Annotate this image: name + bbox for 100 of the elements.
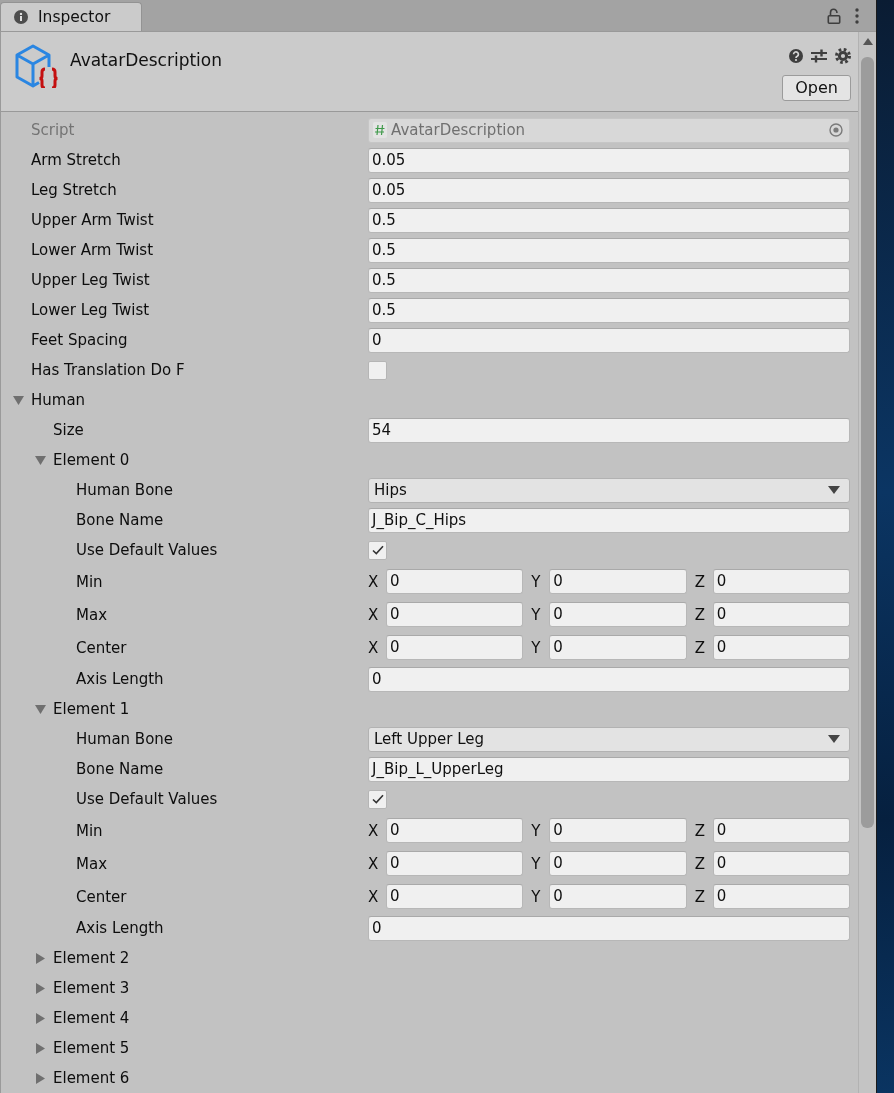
gear-icon[interactable] bbox=[835, 48, 851, 64]
number-field[interactable]: 0.5 bbox=[368, 297, 850, 323]
lock-icon[interactable] bbox=[827, 7, 841, 24]
checkbox[interactable] bbox=[368, 789, 387, 809]
axis-label: Z bbox=[694, 572, 706, 591]
checkbox[interactable] bbox=[368, 540, 387, 560]
property-label: Upper Arm Twist bbox=[31, 211, 154, 229]
cube-braces-icon bbox=[14, 44, 60, 88]
number-field[interactable]: 0 bbox=[549, 635, 687, 660]
property-label: Lower Arm Twist bbox=[31, 241, 154, 259]
foldout-label[interactable]: Element 0 bbox=[53, 451, 130, 469]
property-label: Axis Length bbox=[76, 670, 164, 688]
axis-label: Y bbox=[531, 605, 542, 624]
number-field[interactable]: 54 bbox=[368, 417, 850, 443]
property-label: Center bbox=[76, 887, 127, 906]
property-label: Lower Leg Twist bbox=[31, 301, 150, 319]
number-field[interactable]: 0 bbox=[386, 884, 524, 909]
number-field[interactable]: 0 bbox=[712, 602, 850, 627]
axis-label: X bbox=[368, 887, 380, 906]
number-field[interactable]: 0 bbox=[368, 327, 850, 353]
number-field[interactable]: 0 bbox=[549, 602, 687, 627]
checkmark-icon bbox=[371, 545, 384, 555]
property-label: Use Default Values bbox=[76, 541, 218, 559]
foldout-label[interactable]: Element 5 bbox=[53, 1039, 130, 1057]
info-icon bbox=[14, 10, 28, 24]
open-button[interactable]: Open bbox=[782, 75, 851, 101]
menu-icon[interactable] bbox=[855, 7, 859, 24]
property-label: Arm Stretch bbox=[31, 151, 121, 169]
number-field[interactable]: 0 bbox=[386, 635, 524, 660]
triangle-down-icon[interactable] bbox=[35, 703, 46, 715]
axis-label: X bbox=[368, 821, 380, 840]
number-field[interactable]: 0.5 bbox=[368, 207, 850, 233]
property-label: Min bbox=[76, 572, 103, 591]
axis-label: X bbox=[368, 572, 380, 591]
property-label: Use Default Values bbox=[76, 790, 218, 808]
triangle-down-icon[interactable] bbox=[35, 454, 46, 466]
property-label: Leg Stretch bbox=[31, 181, 117, 199]
axis-label: Y bbox=[531, 638, 542, 657]
foldout-label[interactable]: Element 3 bbox=[53, 979, 130, 997]
property-label: Feet Spacing bbox=[31, 331, 128, 349]
inspector-tab[interactable]: Inspector bbox=[0, 2, 142, 31]
number-field[interactable]: 0 bbox=[386, 602, 524, 627]
triangle-down-icon[interactable] bbox=[13, 394, 24, 406]
axis-label: X bbox=[368, 854, 380, 873]
scrollbar-thumb[interactable] bbox=[861, 57, 874, 828]
property-label: Min bbox=[76, 821, 103, 840]
number-field[interactable]: 0 bbox=[712, 635, 850, 660]
number-field[interactable]: 0 bbox=[712, 851, 850, 876]
number-field[interactable]: 0 bbox=[549, 884, 687, 909]
caret-down-icon bbox=[828, 486, 840, 494]
triangle-right-icon[interactable] bbox=[35, 1042, 46, 1054]
help-icon[interactable] bbox=[789, 49, 803, 63]
dropdown[interactable]: Left Upper Leg bbox=[368, 726, 850, 752]
property-label: Human Bone bbox=[76, 481, 174, 499]
axis-label: Y bbox=[531, 821, 542, 840]
number-field[interactable]: 0 bbox=[712, 884, 850, 909]
number-field[interactable]: 0.5 bbox=[368, 267, 850, 293]
foldout-label[interactable]: Element 6 bbox=[53, 1069, 130, 1087]
number-field[interactable]: 0 bbox=[712, 569, 850, 594]
target-icon[interactable] bbox=[829, 123, 843, 137]
number-field[interactable]: 0 bbox=[549, 818, 687, 843]
axis-label: X bbox=[368, 605, 380, 624]
number-field[interactable]: 0 bbox=[368, 666, 850, 692]
foldout-label[interactable]: Element 2 bbox=[53, 949, 130, 967]
number-field[interactable]: 0 bbox=[386, 851, 524, 876]
number-field[interactable]: 0 bbox=[712, 818, 850, 843]
number-field[interactable]: 0 bbox=[386, 818, 524, 843]
triangle-right-icon[interactable] bbox=[35, 982, 46, 994]
number-field[interactable]: 0 bbox=[549, 851, 687, 876]
axis-label: Y bbox=[531, 854, 542, 873]
text-field[interactable]: J_Bip_L_UpperLeg bbox=[368, 756, 850, 782]
foldout-label[interactable]: Element 1 bbox=[53, 700, 130, 718]
sliders-icon[interactable] bbox=[811, 49, 827, 63]
property-label: Size bbox=[53, 421, 84, 439]
component-title: AvatarDescription bbox=[70, 50, 222, 70]
property-label: Axis Length bbox=[76, 919, 164, 937]
number-field[interactable]: 0.05 bbox=[368, 147, 850, 173]
property-label: Upper Leg Twist bbox=[31, 271, 150, 289]
triangle-right-icon[interactable] bbox=[35, 1012, 46, 1024]
scroll-up-icon[interactable] bbox=[862, 38, 873, 45]
foldout-label[interactable]: Element 4 bbox=[53, 1009, 130, 1027]
axis-label: Z bbox=[694, 854, 706, 873]
triangle-right-icon[interactable] bbox=[35, 1072, 46, 1084]
axis-label: Y bbox=[531, 572, 542, 591]
number-field[interactable]: 0 bbox=[368, 915, 850, 941]
checkbox[interactable] bbox=[368, 360, 387, 380]
hash-icon bbox=[373, 122, 387, 138]
number-field[interactable]: 0.05 bbox=[368, 177, 850, 203]
text-field[interactable]: J_Bip_C_Hips bbox=[368, 507, 850, 533]
number-field[interactable]: 0.5 bbox=[368, 237, 850, 263]
dropdown[interactable]: Hips bbox=[368, 477, 850, 503]
axis-label: Z bbox=[694, 887, 706, 906]
triangle-right-icon[interactable] bbox=[35, 952, 46, 964]
number-field[interactable]: 0 bbox=[386, 569, 524, 594]
number-field[interactable]: 0 bbox=[549, 569, 687, 594]
axis-label: X bbox=[368, 638, 380, 657]
caret-down-icon bbox=[828, 735, 840, 743]
foldout-label[interactable]: Human bbox=[31, 391, 86, 409]
property-label: Human Bone bbox=[76, 730, 174, 748]
property-label: Center bbox=[76, 638, 127, 657]
